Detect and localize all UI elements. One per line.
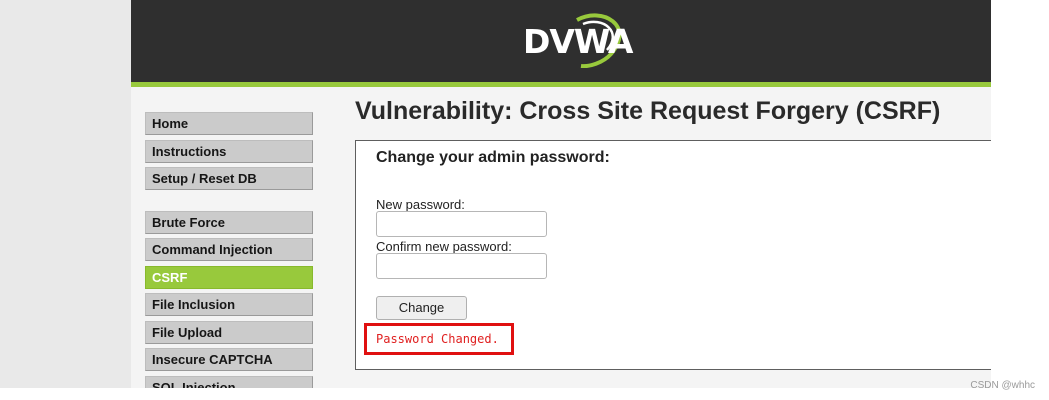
- dvwa-page: DVWA Home Instructions Setup / Reset DB Br…: [131, 0, 991, 388]
- status-message: Password Changed.: [376, 332, 499, 346]
- header: DVWA: [131, 0, 991, 87]
- confirm-password-input[interactable]: [376, 253, 547, 279]
- sidebar-item-brute-force[interactable]: Brute Force: [145, 210, 313, 234]
- sidebar-group-general: Home Instructions Setup / Reset DB: [145, 112, 313, 190]
- sidebar-item-file-inclusion[interactable]: File Inclusion: [145, 293, 313, 316]
- sidebar-group-vulnerabilities: Brute Force Command Injection CSRF File Inc…: [145, 210, 313, 388]
- sidebar-item-insecure-captcha[interactable]: Insecure CAPTCHA: [145, 348, 313, 371]
- page-title: Vulnerability: Cross Site Request Forger…: [355, 97, 941, 125]
- watermark: CSDN @whhc: [970, 380, 1035, 391]
- change-button[interactable]: Change: [376, 296, 467, 320]
- sidebar-item-home[interactable]: Home: [145, 112, 313, 135]
- highlight-box: Password Changed.: [364, 323, 514, 355]
- sidebar-menu: Home Instructions Setup / Reset DB Brute F…: [145, 112, 313, 388]
- sidebar-item-csrf[interactable]: CSRF: [145, 265, 313, 289]
- sidebar-item-setup-reset-db[interactable]: Setup / Reset DB: [145, 167, 313, 190]
- dvwa-logo[interactable]: DVWA: [519, 12, 633, 68]
- form-heading: Change your admin password:: [376, 149, 610, 166]
- confirm-password-label: Confirm new password:: [376, 239, 512, 254]
- sidebar-item-instructions[interactable]: Instructions: [145, 139, 313, 163]
- sidebar-item-file-upload[interactable]: File Upload: [145, 320, 313, 344]
- csrf-form-box: Change your admin password: New password…: [355, 140, 991, 370]
- new-password-input[interactable]: [376, 211, 547, 237]
- logo-text: DVWA: [523, 22, 633, 61]
- left-margin: [0, 0, 131, 388]
- sidebar-item-sql-injection[interactable]: SQL Injection: [145, 375, 313, 388]
- sidebar-item-command-injection[interactable]: Command Injection: [145, 238, 313, 261]
- new-password-label: New password:: [376, 197, 465, 212]
